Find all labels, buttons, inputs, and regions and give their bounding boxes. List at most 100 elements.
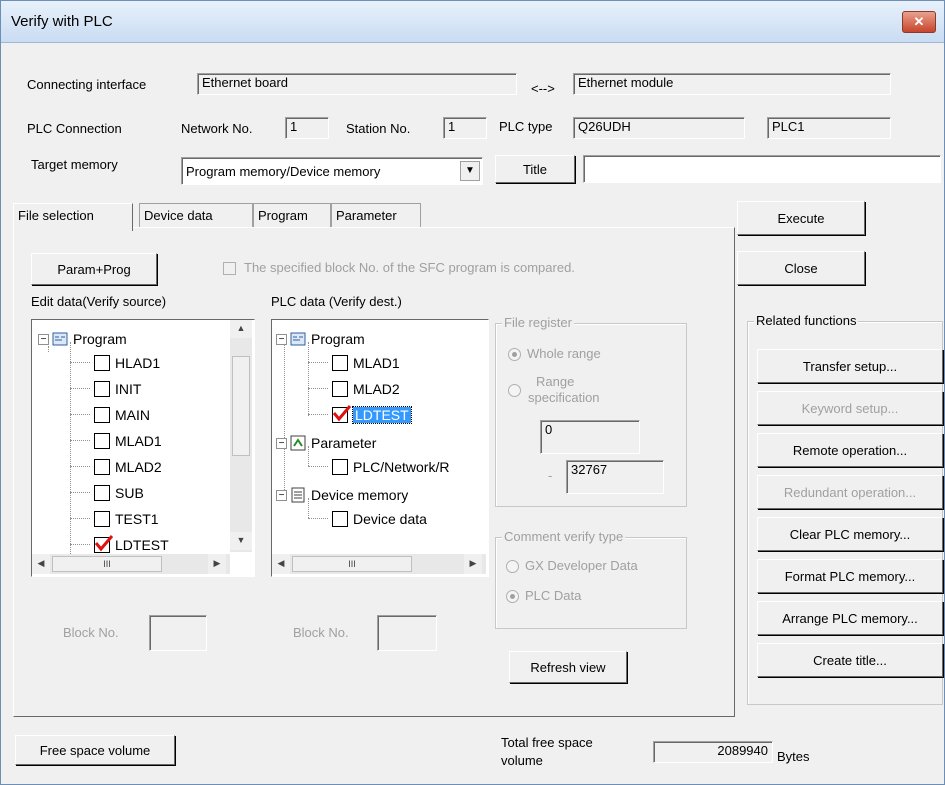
checkbox[interactable] [94, 433, 110, 449]
tree-node-program[interactable]: − Program [38, 326, 127, 352]
program-icon [290, 332, 306, 346]
create-title-button[interactable]: Create title... [757, 643, 943, 677]
scroll-left-icon[interactable]: ◀ [272, 554, 290, 574]
tree-label-parameter: Parameter [311, 435, 377, 451]
item-label: INIT [115, 381, 142, 397]
execute-button[interactable]: Execute [737, 201, 865, 235]
plc-item-mlad2[interactable]: MLAD2 [332, 376, 400, 402]
tree-label-program: Program [73, 331, 127, 347]
remote-operation-button[interactable]: Remote operation... [757, 433, 943, 467]
tree-node-program[interactable]: − Program [276, 326, 365, 352]
refresh-view-button[interactable]: Refresh view [509, 651, 627, 683]
clear-plc-memory-button[interactable]: Clear PLC memory... [757, 517, 943, 551]
plc-connection-label: PLC Connection [27, 121, 122, 136]
comment-verify-title: Comment verify type [502, 529, 626, 544]
tree-item-mlad1[interactable]: MLAD1 [94, 428, 162, 454]
item-label: SUB [115, 485, 144, 501]
plc-item-ldtest[interactable]: LDTEST [332, 402, 412, 428]
horizontal-scrollbar[interactable]: ◀ III ▶ [32, 554, 230, 574]
plc-item-device-data[interactable]: Device data [332, 506, 427, 532]
tab-file-selection[interactable]: File selection [13, 203, 133, 231]
tree-node-parameter[interactable]: − Parameter [276, 430, 376, 456]
checkbox-checked[interactable] [332, 405, 352, 423]
checkbox[interactable] [94, 407, 110, 423]
checkbox[interactable] [94, 511, 110, 527]
plc-item-mlad1[interactable]: MLAD1 [332, 350, 400, 376]
tree-node-device-memory[interactable]: − Device memory [276, 482, 408, 508]
verify-with-plc-dialog: Verify with PLC ✕ Connecting interface E… [0, 0, 945, 785]
checkbox[interactable] [332, 381, 348, 397]
module-field: Ethernet module [573, 73, 891, 95]
tree-item-hlad1[interactable]: HLAD1 [94, 350, 160, 376]
checkbox[interactable] [94, 459, 110, 475]
scroll-left-icon[interactable]: ◀ [32, 554, 50, 574]
target-memory-select[interactable]: Program memory/Device memory ▼ [181, 157, 483, 185]
scroll-right-icon[interactable]: ▶ [208, 554, 226, 574]
item-label: LDTEST [115, 537, 169, 553]
total-free-space-label-1: Total free space [501, 735, 593, 750]
keyword-setup-button: Keyword setup... [757, 391, 943, 425]
scroll-thumb[interactable] [232, 356, 250, 456]
checkbox[interactable] [332, 355, 348, 371]
checkbox[interactable] [332, 459, 348, 475]
plc-type-field: Q26UDH [573, 117, 745, 139]
item-label-selected: LDTEST [352, 406, 412, 424]
checkbox[interactable] [94, 381, 110, 397]
scroll-thumb-h[interactable]: III [292, 556, 412, 572]
sfc-checkbox-label: The specified block No. of the SFC progr… [244, 260, 575, 275]
tab-program[interactable]: Program [253, 203, 331, 227]
program-icon [52, 332, 68, 346]
connecting-interface-label: Connecting interface [27, 77, 147, 92]
chevron-down-icon[interactable]: ▼ [460, 161, 480, 181]
title-button[interactable]: Title [495, 155, 575, 183]
checkbox[interactable] [332, 511, 348, 527]
arrange-plc-memory-button[interactable]: Arrange PLC memory... [757, 601, 943, 635]
tree-item-init[interactable]: INIT [94, 376, 141, 402]
target-memory-label: Target memory [31, 157, 118, 172]
tree-item-sub[interactable]: SUB [94, 480, 144, 506]
device-memory-icon [291, 487, 305, 503]
collapse-icon[interactable]: − [276, 489, 287, 501]
scroll-thumb-h[interactable]: III [52, 556, 162, 572]
tree-item-test1[interactable]: TEST1 [94, 506, 159, 532]
collapse-icon[interactable]: − [276, 333, 287, 345]
interface-field: Ethernet board [197, 73, 517, 95]
parameter-icon [290, 435, 306, 451]
horizontal-scrollbar[interactable]: ◀ III ▶ [272, 554, 486, 574]
item-label: MAIN [115, 407, 150, 423]
item-label: MLAD2 [115, 459, 162, 475]
plc-data-tree[interactable]: − Program MLAD1 MLAD2 LDTEST − Parameter… [271, 319, 489, 577]
vertical-scrollbar[interactable]: ▲ ▼ [230, 320, 252, 552]
free-space-volume-button[interactable]: Free space volume [15, 735, 175, 765]
transfer-setup-button[interactable]: Transfer setup... [757, 349, 943, 383]
block-no-field-left [149, 615, 207, 651]
sfc-compare-checkbox: The specified block No. of the SFC progr… [223, 260, 575, 276]
gx-developer-label: GX Developer Data [525, 558, 638, 573]
close-icon[interactable]: ✕ [902, 11, 936, 33]
tab-device-data[interactable]: Device data [139, 203, 253, 227]
title-field[interactable] [583, 155, 941, 183]
item-label: MLAD2 [353, 381, 400, 397]
range-label-2: specification [528, 390, 600, 405]
window-title: Verify with PLC [11, 13, 113, 30]
item-label: MLAD1 [353, 355, 400, 371]
tree-item-mlad2[interactable]: MLAD2 [94, 454, 162, 480]
plc-item-plc-network[interactable]: PLC/Network/R [332, 454, 449, 480]
checkbox[interactable] [94, 485, 110, 501]
scroll-down-icon[interactable]: ▼ [230, 532, 252, 550]
edit-data-tree[interactable]: − Program HLAD1 INIT MAIN MLAD1 MLAD2 SU… [31, 319, 255, 577]
item-label: HLAD1 [115, 355, 161, 371]
scroll-right-icon[interactable]: ▶ [464, 554, 482, 574]
collapse-icon[interactable]: − [276, 437, 287, 449]
param-prog-button[interactable]: Param+Prog [31, 253, 157, 285]
checkbox-checked[interactable] [94, 535, 114, 553]
scroll-up-icon[interactable]: ▲ [230, 320, 252, 338]
tree-item-main[interactable]: MAIN [94, 402, 150, 428]
format-plc-memory-button[interactable]: Format PLC memory... [757, 559, 943, 593]
tab-parameter[interactable]: Parameter [331, 203, 421, 227]
close-button[interactable]: Close [737, 251, 865, 285]
target-memory-value: Program memory/Device memory [186, 164, 381, 179]
range-dash: - [548, 468, 553, 483]
collapse-icon[interactable]: − [38, 333, 49, 345]
checkbox[interactable] [94, 355, 110, 371]
